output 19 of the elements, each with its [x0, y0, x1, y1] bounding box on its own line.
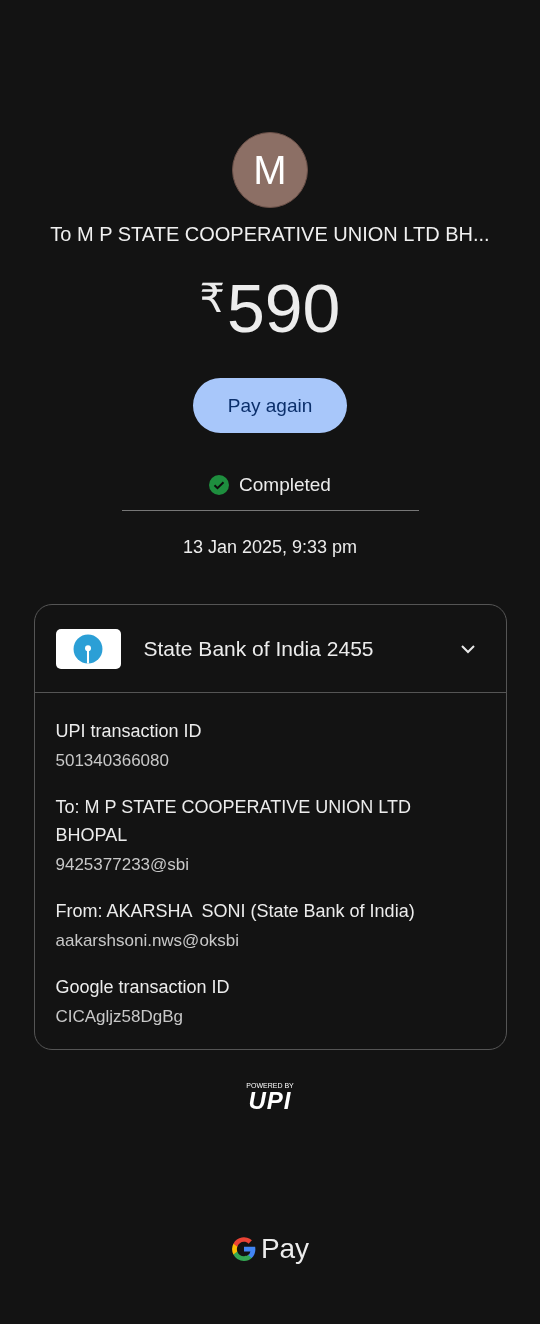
bank-account-name: State Bank of India 2455 — [143, 636, 375, 661]
avatar: M — [232, 132, 308, 208]
payee-name: To M P STATE COOPERATIVE UNION LTD BH... — [50, 223, 490, 246]
pay-again-button[interactable]: Pay again — [193, 378, 347, 433]
check-circle-icon — [209, 475, 230, 495]
detail-label: Google transaction ID — [55, 976, 231, 999]
detail-value: 9425377233@sbi — [55, 855, 191, 875]
detail-value: aakarshsoni.nws@oksbi — [55, 931, 241, 951]
detail-label: From: AKARSHA SONI (State Bank of India) — [55, 900, 416, 923]
bank-logo-icon — [55, 628, 121, 669]
status-label: Completed — [239, 474, 331, 496]
amount: ₹590 — [199, 269, 341, 348]
brand-name: Pay — [260, 1233, 310, 1265]
google-g-icon — [230, 1236, 257, 1262]
detail-value: CICAgljz58DgBg — [55, 1007, 185, 1027]
detail-label: To: M P STATE COOPERATIVE UNION LTD BHOPAL — [55, 796, 412, 847]
detail-value: 501340366080 — [55, 751, 170, 771]
transaction-date: 13 Jan 2025, 9:33 pm — [182, 537, 358, 558]
detail-label: UPI transaction ID — [55, 720, 203, 743]
